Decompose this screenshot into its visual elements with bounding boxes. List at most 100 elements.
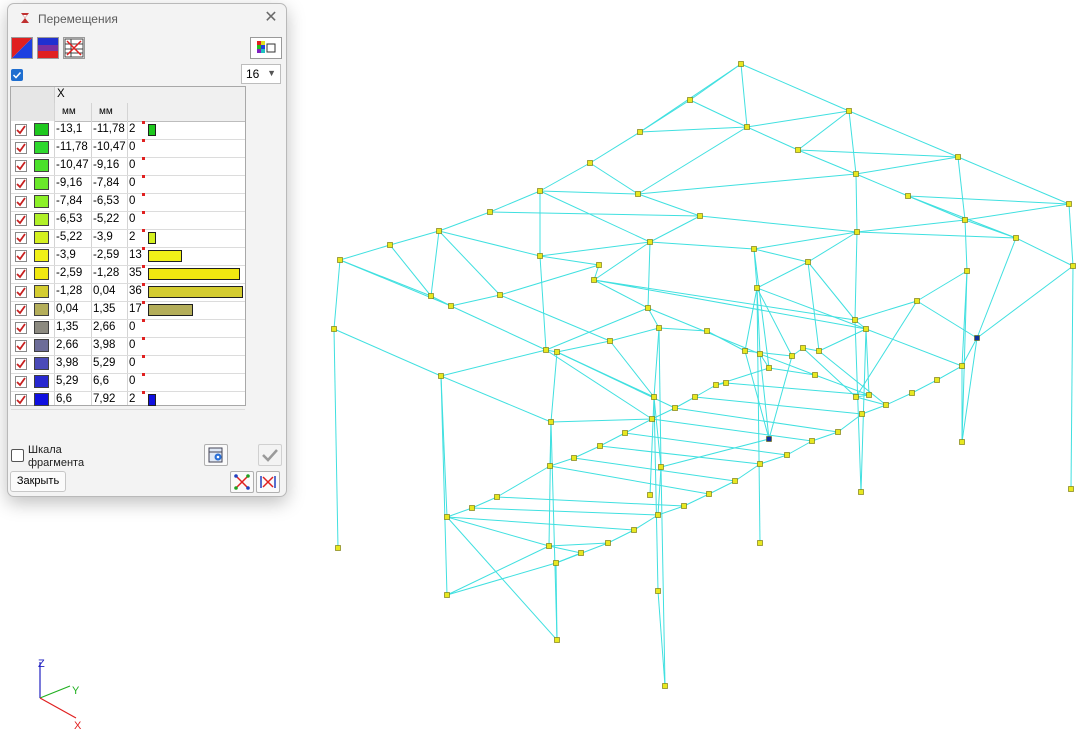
fragment-settings-button[interactable]	[204, 444, 228, 466]
frame-node[interactable]	[812, 372, 818, 378]
frame-node[interactable]	[846, 108, 852, 114]
frame-node[interactable]	[337, 257, 343, 263]
frame-node[interactable]	[742, 348, 748, 354]
table-row[interactable]: -1,28 0,04 36	[11, 283, 245, 302]
frame-node[interactable]	[789, 353, 795, 359]
scale-checkbox[interactable]	[11, 69, 23, 81]
frame-node[interactable]	[795, 147, 801, 153]
frame-node[interactable]	[955, 154, 961, 160]
frame-node[interactable]	[766, 365, 772, 371]
row-visibility-checkbox[interactable]	[15, 358, 27, 370]
table-row[interactable]: 3,98 5,29 0	[11, 355, 245, 374]
row-visibility-checkbox[interactable]	[15, 268, 27, 280]
select-elements-button[interactable]	[256, 471, 280, 493]
frame-node[interactable]	[757, 540, 763, 546]
row-visibility-checkbox[interactable]	[15, 304, 27, 316]
frame-node[interactable]	[697, 213, 703, 219]
frame-node[interactable]	[816, 348, 822, 354]
frame-node[interactable]	[784, 452, 790, 458]
fragment-scale-checkbox[interactable]	[11, 449, 24, 462]
frame-node[interactable]	[662, 683, 668, 689]
frame-node[interactable]	[852, 317, 858, 323]
row-visibility-checkbox[interactable]	[15, 124, 27, 136]
frame-node[interactable]	[853, 171, 859, 177]
frame-node[interactable]	[537, 253, 543, 259]
row-visibility-checkbox[interactable]	[15, 340, 27, 352]
frame-node[interactable]	[497, 292, 503, 298]
row-visibility-checkbox[interactable]	[15, 286, 27, 298]
frame-node[interactable]	[713, 382, 719, 388]
color-swatch[interactable]	[34, 267, 49, 280]
color-swatch[interactable]	[34, 195, 49, 208]
table-row[interactable]: -9,16 -7,84 0	[11, 175, 245, 194]
frame-node[interactable]	[655, 512, 661, 518]
frame-node[interactable]	[543, 347, 549, 353]
interval-count-select[interactable]: 16 ▼	[241, 64, 281, 84]
row-visibility-checkbox[interactable]	[15, 232, 27, 244]
frame-node[interactable]	[651, 394, 657, 400]
row-visibility-checkbox[interactable]	[15, 178, 27, 190]
frame-node[interactable]	[335, 545, 341, 551]
table-row[interactable]: -7,84 -6,53 0	[11, 193, 245, 212]
frame-node[interactable]	[656, 325, 662, 331]
row-visibility-checkbox[interactable]	[15, 196, 27, 208]
frame-node[interactable]	[738, 61, 744, 67]
table-row[interactable]: -2,59 -1,28 35	[11, 265, 245, 284]
frame-node[interactable]	[438, 373, 444, 379]
frame-node[interactable]	[591, 277, 597, 283]
frame-node[interactable]	[863, 326, 869, 332]
frame-node[interactable]	[554, 349, 560, 355]
frame-node[interactable]	[448, 303, 454, 309]
frame-node[interactable]	[331, 326, 337, 332]
color-swatch[interactable]	[34, 339, 49, 352]
color-swatch[interactable]	[34, 177, 49, 190]
close-icon[interactable]: ✕	[262, 9, 280, 27]
table-row[interactable]: -6,53 -5,22 0	[11, 211, 245, 230]
frame-node[interactable]	[537, 188, 543, 194]
frame-node[interactable]	[637, 129, 643, 135]
frame-node[interactable]	[687, 97, 693, 103]
frame-node[interactable]	[436, 228, 442, 234]
frame-node[interactable]	[428, 293, 434, 299]
frame-node[interactable]	[909, 390, 915, 396]
frame-node[interactable]	[800, 345, 806, 351]
select-nodes-button[interactable]	[230, 471, 254, 493]
row-visibility-checkbox[interactable]	[15, 376, 27, 388]
color-swatch[interactable]	[34, 285, 49, 298]
table-row[interactable]: 2,66 3,98 0	[11, 337, 245, 356]
frame-node[interactable]	[649, 416, 655, 422]
frame-node[interactable]	[692, 394, 698, 400]
frame-node[interactable]	[744, 124, 750, 130]
color-swatch[interactable]	[34, 357, 49, 370]
color-swatch[interactable]	[34, 249, 49, 262]
table-row[interactable]: 1,35 2,66 0	[11, 319, 245, 338]
frame-node[interactable]	[571, 455, 577, 461]
frame-node[interactable]	[647, 239, 653, 245]
frame-node[interactable]	[866, 392, 872, 398]
frame-node[interactable]	[704, 328, 710, 334]
frame-node[interactable]	[548, 419, 554, 425]
frame-node[interactable]	[587, 160, 593, 166]
frame-node[interactable]	[655, 588, 661, 594]
frame-node[interactable]	[578, 550, 584, 556]
table-row[interactable]: -5,22 -3,9 2	[11, 229, 245, 248]
frame-node[interactable]	[647, 492, 653, 498]
apply-button[interactable]	[258, 444, 282, 466]
frame-node[interactable]	[853, 394, 859, 400]
row-visibility-checkbox[interactable]	[15, 322, 27, 334]
close-button[interactable]: Закрыть	[10, 471, 66, 492]
frame-node[interactable]	[635, 191, 641, 197]
frame-node[interactable]	[469, 505, 475, 511]
table-row[interactable]: -13,1 -11,78 2	[11, 121, 245, 140]
frame-node[interactable]	[858, 489, 864, 495]
color-swatch[interactable]	[34, 393, 49, 406]
frame-node[interactable]	[805, 259, 811, 265]
frame-node[interactable]	[681, 503, 687, 509]
palette-settings-button[interactable]	[250, 37, 282, 59]
frame-node[interactable]	[757, 351, 763, 357]
table-mode-button[interactable]	[63, 37, 85, 59]
color-swatch[interactable]	[34, 141, 49, 154]
frame-node[interactable]	[1068, 486, 1074, 492]
color-mode-button[interactable]	[11, 37, 33, 59]
frame-node[interactable]	[387, 242, 393, 248]
